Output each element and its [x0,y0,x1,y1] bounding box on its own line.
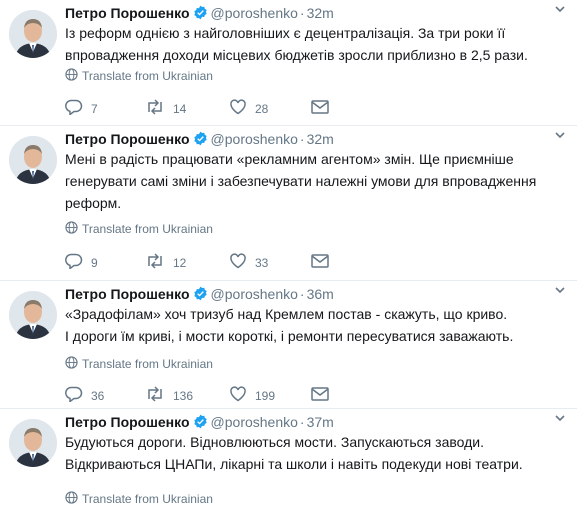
reply-count: 9 [91,255,98,270]
separator: · [299,131,305,147]
retweet-button[interactable]: 136 [145,386,229,405]
tweet-text-line: генерувати самі зміни і забезпечувати на… [65,173,537,189]
tweet[interactable]: Петро Порошенко @poroshenko · 37m Будуються… [0,409,577,514]
translate-label[interactable]: Translate from Ukrainian [82,357,213,371]
tweet-actions: 9 12 33 [65,253,329,272]
author-name[interactable]: Петро Порошенко [65,5,190,21]
reply-count: 7 [91,101,98,116]
tweet-feed: Петро Порошенко @poroshenko · 32m Із реформ… [0,0,577,514]
author-handle[interactable]: @poroshenko [211,286,298,302]
author-name[interactable]: Петро Порошенко [65,414,190,430]
tweet-text: «Зрадофілам» хоч тризуб над Кремлем пост… [65,303,565,347]
globe-icon [65,491,78,507]
tweet-actions: 36 136 199 [65,386,329,405]
translate-link[interactable]: Translate from Ukrainian [65,356,213,372]
translate-label[interactable]: Translate from Ukrainian [82,69,213,83]
heart-icon [229,386,247,405]
timestamp[interactable]: 32m [307,5,334,21]
tweet-text-line: Відкриваються ЦНАПи, лікарні та школи і … [65,456,523,472]
retweet-count: 136 [173,388,194,403]
tweet[interactable]: Петро Порошенко @poroshenko · 36m «Зрадофіл… [0,281,577,409]
retweet-count: 12 [173,255,187,270]
tweet-text-line: Із реформ однією з найголовніших є децен… [65,25,506,41]
retweet-icon [145,386,165,405]
tweet-text-line: «Зрадофілам» хоч тризуб над Кремлем пост… [65,306,508,322]
chevron-down-icon[interactable] [553,283,567,302]
separator: · [299,286,305,302]
tweet-header: Петро Порошенко @poroshenko · 32m [65,130,334,150]
reply-icon [65,253,83,272]
reply-button[interactable]: 36 [65,386,145,405]
translate-link[interactable]: Translate from Ukrainian [65,491,213,507]
chevron-down-icon[interactable] [553,411,567,430]
tweet-header: Петро Порошенко @poroshenko · 32m [65,4,334,24]
translate-label[interactable]: Translate from Ukrainian [82,222,213,236]
envelope-icon [311,387,329,404]
like-count: 33 [255,255,269,270]
tweet-text-line: Мені в радість працювати «рекламним аген… [65,151,514,167]
globe-icon [65,68,78,84]
translate-label[interactable]: Translate from Ukrainian [82,492,213,506]
tweet-actions: 7 14 28 [65,99,329,118]
like-count: 28 [255,101,269,116]
retweet-button[interactable]: 12 [145,253,229,272]
author-handle[interactable]: @poroshenko [211,131,298,147]
envelope-icon [311,254,329,271]
globe-icon [65,221,78,237]
direct-message-button[interactable] [311,254,329,271]
globe-icon [65,356,78,372]
timestamp[interactable]: 36m [307,286,334,302]
tweet-text-line: І дороги їм криві, і мости короткі, і ре… [65,328,514,344]
reply-count: 36 [91,388,105,403]
reply-icon [65,386,83,405]
chevron-down-icon[interactable] [553,2,567,21]
avatar[interactable] [9,419,57,467]
author-handle[interactable]: @poroshenko [211,5,298,21]
timestamp[interactable]: 32m [307,131,334,147]
tweet-text-line: Будуються дороги. Відновлюються мости. З… [65,434,484,450]
retweet-icon [145,253,165,272]
tweet-text: Із реформ однією з найголовніших є децен… [65,22,565,66]
tweet-text-line: впровадження доходи місцевих бюджетів зр… [65,47,528,63]
heart-icon [229,99,247,118]
translate-link[interactable]: Translate from Ukrainian [65,68,213,84]
translate-link[interactable]: Translate from Ukrainian [65,221,213,237]
avatar[interactable] [9,291,57,339]
like-button[interactable]: 33 [229,253,311,272]
retweet-button[interactable]: 14 [145,99,229,118]
direct-message-button[interactable] [311,100,329,117]
reply-icon [65,99,83,118]
heart-icon [229,253,247,272]
tweet[interactable]: Петро Порошенко @poroshenko · 32m Із реформ… [0,0,577,126]
tweet-text-line: реформ. [65,195,122,211]
tweet-header: Петро Порошенко @poroshenko · 37m [65,413,334,433]
tweet[interactable]: Петро Порошенко @poroshenko · 32m Мені в ра… [0,126,577,281]
author-name[interactable]: Петро Порошенко [65,286,190,302]
chevron-down-icon[interactable] [553,128,567,147]
separator: · [299,5,305,21]
retweet-count: 14 [173,101,187,116]
separator: · [299,414,305,430]
like-button[interactable]: 199 [229,386,311,405]
timestamp[interactable]: 37m [307,414,334,430]
avatar[interactable] [9,136,57,184]
reply-button[interactable]: 9 [65,253,145,272]
avatar[interactable] [9,10,57,58]
retweet-icon [145,99,165,118]
tweet-text: Будуються дороги. Відновлюються мости. З… [65,431,565,475]
reply-button[interactable]: 7 [65,99,145,118]
tweet-header: Петро Порошенко @poroshenko · 36m [65,285,334,305]
direct-message-button[interactable] [311,387,329,404]
envelope-icon [311,100,329,117]
like-button[interactable]: 28 [229,99,311,118]
like-count: 199 [255,388,276,403]
author-handle[interactable]: @poroshenko [211,414,298,430]
tweet-text: Мені в радість працювати «рекламним аген… [65,148,565,214]
author-name[interactable]: Петро Порошенко [65,131,190,147]
